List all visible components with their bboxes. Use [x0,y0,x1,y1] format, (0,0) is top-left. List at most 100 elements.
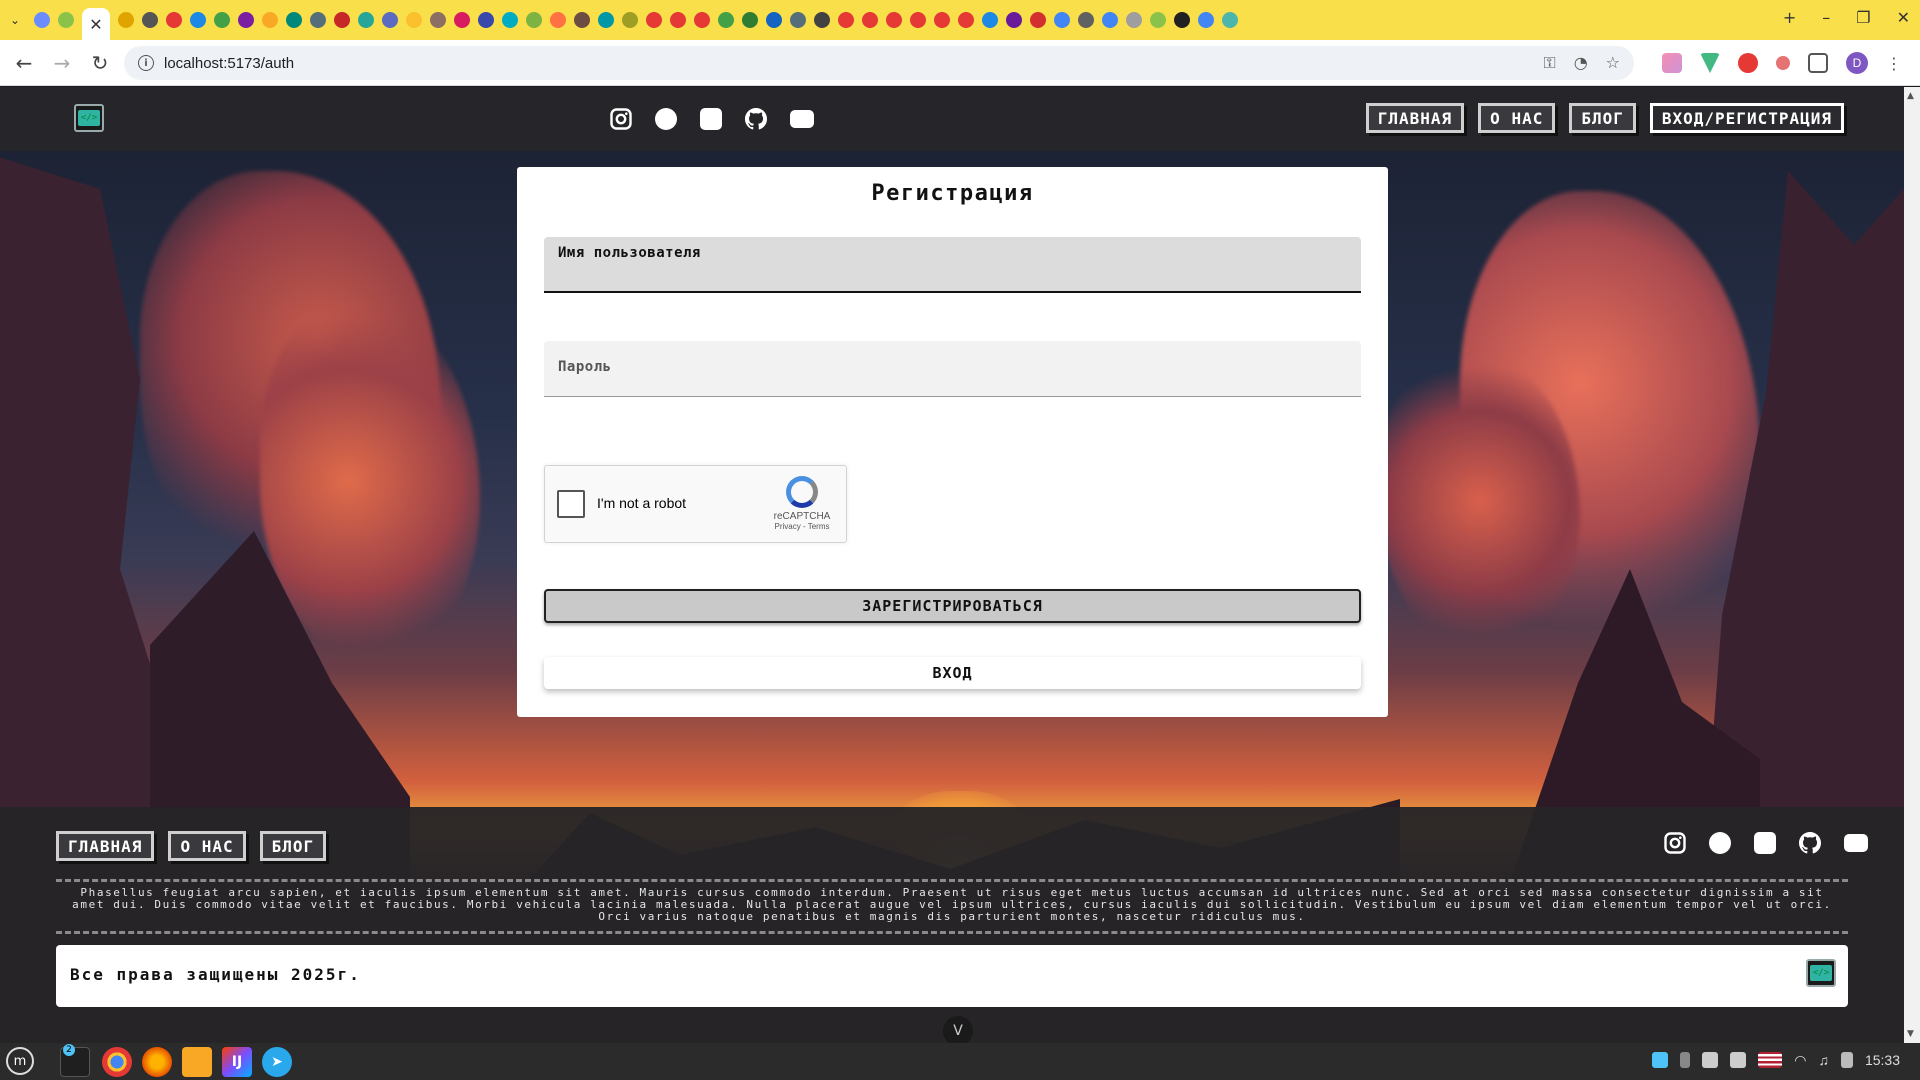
terminal-icon[interactable]: 2 [60,1044,90,1077]
opera-icon[interactable] [1738,53,1758,73]
nav-blog-button[interactable]: БЛОГ [1569,103,1636,133]
extension-icon[interactable] [1662,53,1682,73]
tab-favicon[interactable] [118,12,134,28]
profile-avatar[interactable]: D [1846,52,1868,74]
tab-favicon[interactable] [862,12,878,28]
close-window-button[interactable]: ✕ [1897,8,1910,27]
maximize-button[interactable]: ❐ [1856,8,1870,27]
page-scrollbar[interactable]: ▲ ▼ [1904,87,1920,1043]
tab-favicon[interactable] [214,12,230,28]
network-icon[interactable] [1730,1052,1747,1068]
files-folder-icon[interactable] [182,1047,212,1077]
clock[interactable]: 15:33 [1865,1052,1900,1068]
instagram-icon[interactable] [610,108,632,130]
tab-favicon[interactable] [1198,12,1214,28]
forward-button[interactable]: → [44,45,80,81]
tab-favicon[interactable] [550,12,566,28]
login-button[interactable]: ВХОД [544,657,1361,689]
tab-favicon[interactable] [670,12,686,28]
tab-favicon[interactable] [694,12,710,28]
tab-favicon[interactable] [1078,12,1094,28]
shield-icon[interactable] [1702,1052,1719,1068]
tab-favicon[interactable] [454,12,470,28]
recaptcha-links[interactable]: Privacy - Terms [770,522,834,531]
tab-favicon[interactable] [646,12,662,28]
intellij-icon[interactable]: IJ [222,1047,252,1077]
firefox-icon[interactable] [142,1047,172,1077]
footer-logo[interactable]: </> [1806,959,1836,987]
username-input[interactable] [558,271,1338,287]
password-field[interactable]: Пароль [544,341,1361,397]
tab-favicon[interactable] [886,12,902,28]
tab-favicon[interactable] [1174,12,1190,28]
tab-favicon[interactable] [430,12,446,28]
tab-favicon[interactable] [1150,12,1166,28]
vue-devtools-icon[interactable] [1700,53,1720,73]
start-menu-icon[interactable]: m [6,1047,34,1075]
tab-favicon[interactable] [598,12,614,28]
puzzle-extensions-icon[interactable] [1808,53,1828,73]
tab-favicon[interactable] [190,12,206,28]
tab-favicon[interactable] [766,12,782,28]
tab-favicon[interactable] [238,12,254,28]
footer-home-button[interactable]: ГЛАВНАЯ [56,831,155,861]
tab-favicon[interactable] [1102,12,1118,28]
tab-favicon[interactable] [406,12,422,28]
tab-favicon[interactable] [334,12,350,28]
password-key-icon[interactable]: ⚿ [1544,53,1556,73]
tab-favicon[interactable] [1054,12,1070,28]
new-tab-button[interactable]: + [1783,8,1796,27]
tab-favicon[interactable] [1222,12,1238,28]
footer-blog-button[interactable]: БЛОГ [259,831,327,861]
instagram-icon[interactable] [1664,832,1686,854]
nav-about-button[interactable]: О НАС [1478,103,1556,133]
sound-icon[interactable]: ♫ [1818,1052,1829,1068]
tab-favicon[interactable] [1126,12,1142,28]
tab-favicon[interactable] [526,12,542,28]
tab-favicon[interactable] [358,12,374,28]
tab-favicon[interactable] [1030,12,1046,28]
square-icon[interactable] [700,108,722,130]
extension-icon[interactable] [1776,56,1790,70]
tab-favicon[interactable] [718,12,734,28]
update-icon[interactable] [1652,1052,1669,1068]
back-button[interactable]: ← [6,45,42,81]
minimize-button[interactable]: – [1822,8,1830,27]
tab-favicon[interactable] [910,12,926,28]
telegram-icon[interactable]: ➤ [262,1047,292,1077]
tab-favicon[interactable] [958,12,974,28]
tab-favicon[interactable] [262,12,278,28]
tab-favicon[interactable] [982,12,998,28]
bluetooth-icon[interactable] [1680,1052,1691,1068]
tab-favicon[interactable] [742,12,758,28]
tab-favicon[interactable] [502,12,518,28]
circle-icon[interactable] [655,108,677,130]
nav-home-button[interactable]: ГЛАВНАЯ [1365,103,1465,133]
tab-favicon[interactable] [286,12,302,28]
tab-favicon[interactable] [574,12,590,28]
url-text[interactable]: localhost:5173/auth [164,55,294,72]
tab-favicon[interactable] [814,12,830,28]
scroll-down-button[interactable]: V [943,1016,973,1046]
chrome-icon[interactable] [102,1047,132,1077]
tab-list-button[interactable]: ⌄ [4,9,26,31]
tab-favicon[interactable] [622,12,638,28]
tab-favicon[interactable] [478,12,494,28]
tab-favicon[interactable] [934,12,950,28]
circle-icon[interactable] [1709,832,1731,854]
performance-icon[interactable]: ◔ [1574,53,1588,73]
bookmark-star-icon[interactable]: ☆ [1606,53,1620,73]
wifi-icon[interactable]: ◠ [1794,1052,1806,1068]
scroll-down-arrow-icon[interactable]: ▼ [1907,1029,1914,1039]
youtube-icon[interactable] [1844,834,1868,852]
square-icon[interactable] [1754,832,1776,854]
active-tab-close-button[interactable]: ✕ [82,8,110,40]
battery-icon[interactable] [1840,1052,1853,1068]
site-logo[interactable]: </> [74,104,104,132]
youtube-icon[interactable] [790,110,814,128]
tab-favicon[interactable] [838,12,854,28]
tab-favicon[interactable] [790,12,806,28]
github-icon[interactable] [745,108,767,130]
password-input[interactable] [558,376,1338,392]
browser-menu-icon[interactable]: ⋮ [1886,54,1902,73]
